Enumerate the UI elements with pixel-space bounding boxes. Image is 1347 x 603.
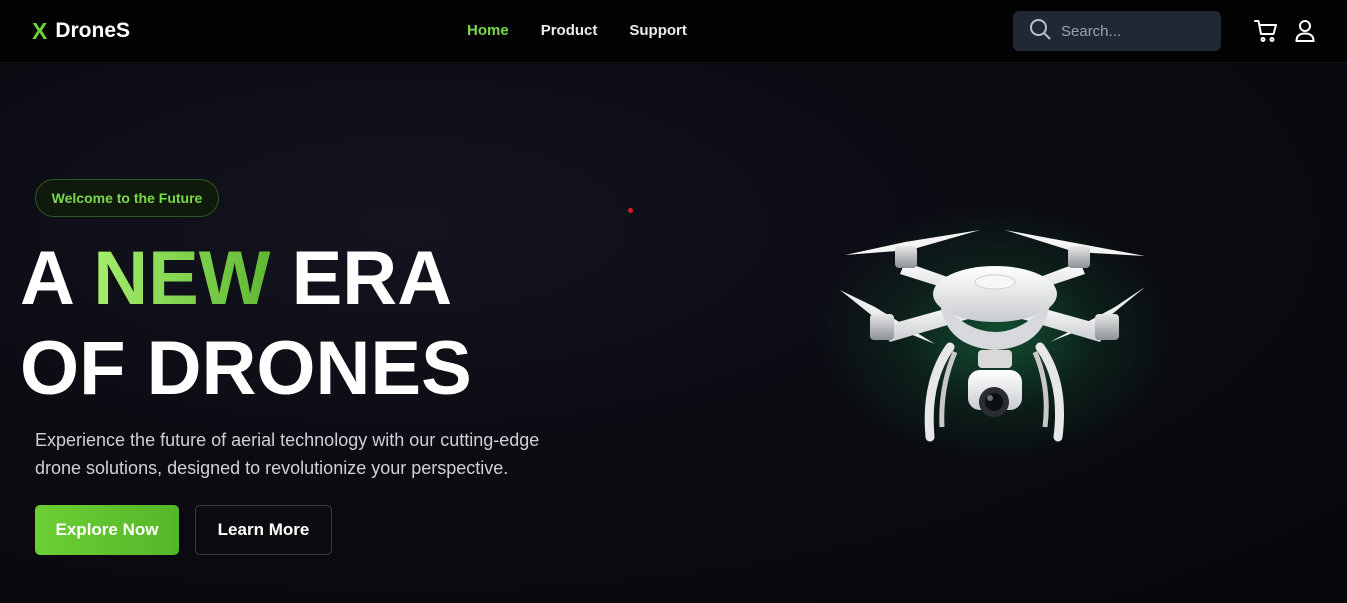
subtext-line-1: Experience the future of aerial technolo… xyxy=(35,430,540,450)
nav-link-product[interactable]: Product xyxy=(541,22,598,39)
headline-accent: NEW xyxy=(93,236,271,321)
logo[interactable]: X DroneS xyxy=(32,18,130,44)
navbar: X DroneS Home Product Support xyxy=(0,0,1347,63)
search-box[interactable] xyxy=(1013,11,1221,51)
red-dot xyxy=(628,208,633,213)
headline-line-2: OF DRONES xyxy=(20,326,472,411)
hero-headline: A NEW ERA OF DRONES xyxy=(20,234,472,414)
headline-line-1: A NEW ERA xyxy=(20,236,452,321)
nav-link-support[interactable]: Support xyxy=(629,22,687,39)
subtext-line-2: drone solutions, designed to revolutioni… xyxy=(35,458,509,478)
logo-text: DroneS xyxy=(55,19,131,42)
hero-subtext: Experience the future of aerial technolo… xyxy=(35,426,615,482)
search-input[interactable] xyxy=(1061,22,1211,40)
user-icon[interactable] xyxy=(1294,19,1316,48)
search-icon xyxy=(1029,18,1051,45)
drone-image xyxy=(840,230,1145,442)
welcome-badge: Welcome to the Future xyxy=(35,179,219,217)
cart-icon[interactable] xyxy=(1254,19,1278,48)
headline-prefix: A xyxy=(20,236,94,321)
nav-links: Home Product Support xyxy=(467,22,687,39)
learn-more-button[interactable]: Learn More xyxy=(195,505,332,555)
explore-now-button[interactable]: Explore Now xyxy=(35,505,179,555)
logo-mark: X xyxy=(32,17,48,44)
headline-suffix: ERA xyxy=(270,236,453,321)
nav-link-home[interactable]: Home xyxy=(467,22,509,39)
